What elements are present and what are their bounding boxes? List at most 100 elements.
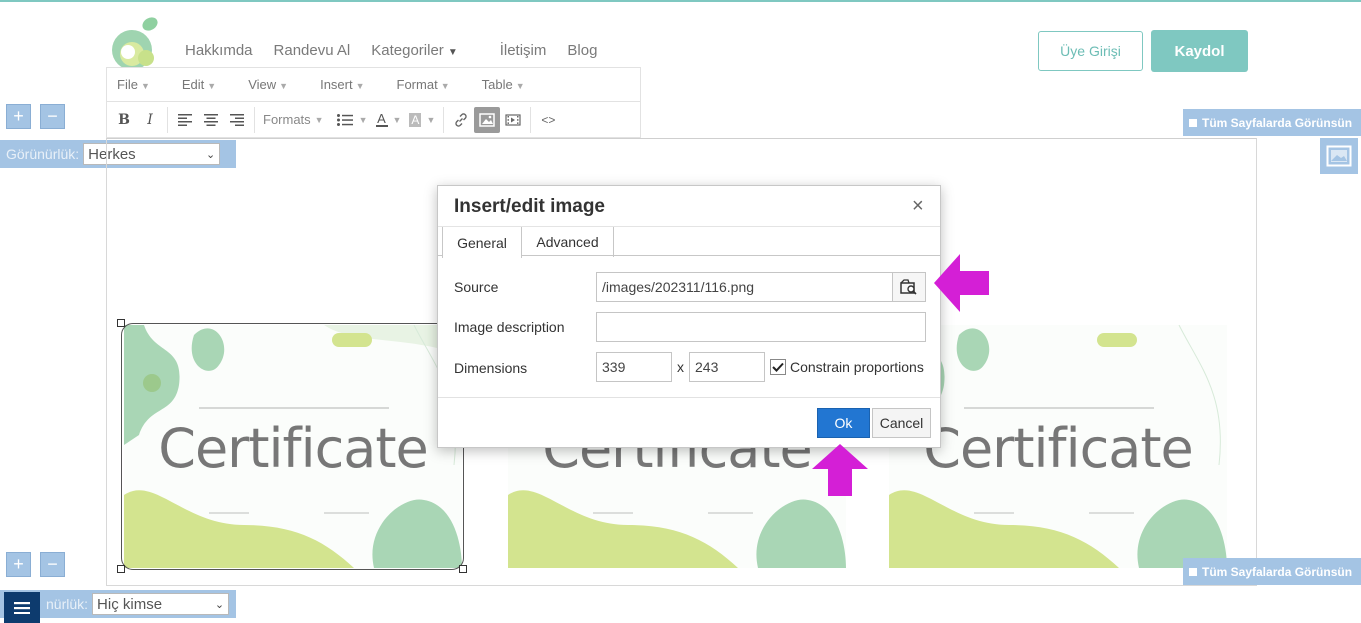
chevron-down-icon: ▼ bbox=[447, 47, 458, 58]
chevron-down-icon[interactable]: ▼ bbox=[359, 115, 368, 125]
chevron-down-icon[interactable]: ▼ bbox=[426, 115, 435, 125]
editor-menubar: File ▼ Edit ▼ View ▼ Insert ▼ Format ▼ Table ▼ bbox=[106, 67, 641, 101]
chevron-down-icon: ⌄ bbox=[214, 598, 225, 611]
cancel-button[interactable]: Cancel bbox=[872, 408, 931, 438]
chevron-down-icon: ▼ bbox=[515, 81, 525, 91]
chevron-down-icon: ▼ bbox=[314, 114, 324, 125]
nav-iletisim[interactable]: İletişim bbox=[500, 42, 547, 62]
chevron-down-icon: ▼ bbox=[279, 81, 289, 91]
font-color-glyph: A bbox=[377, 111, 386, 126]
menu-edit[interactable]: Edit ▼ bbox=[182, 77, 232, 92]
chevron-down-icon: ▼ bbox=[355, 81, 365, 91]
constrain-label: Constrain proportions bbox=[790, 359, 924, 375]
visibility-select-bottom[interactable]: Hiç kimse ⌄ bbox=[92, 593, 230, 615]
align-right-icon[interactable] bbox=[224, 107, 250, 133]
source-input[interactable]: /images/202311/116.png bbox=[596, 272, 893, 302]
menu-insert-label: Insert bbox=[320, 77, 353, 92]
site-logo[interactable] bbox=[104, 14, 162, 70]
link-icon[interactable] bbox=[448, 107, 474, 133]
nav-kategoriler[interactable]: Kategoriler ▼ bbox=[371, 42, 478, 62]
resize-handle-bl[interactable] bbox=[117, 565, 125, 573]
toolbar-divider bbox=[443, 106, 445, 133]
formats-dropdown[interactable]: Formats ▼ bbox=[263, 112, 328, 127]
toolbar-divider bbox=[167, 106, 168, 133]
menu-format[interactable]: Format ▼ bbox=[397, 77, 466, 92]
all-pages-toggle-bottom[interactable]: Tüm Sayfalarda Görünsün bbox=[1183, 558, 1361, 585]
insert-image-dialog: Insert/edit image × General Advanced Sou… bbox=[437, 185, 941, 448]
dialog-footer-divider bbox=[438, 397, 940, 398]
visibility-value: Hiç kimse bbox=[97, 595, 163, 613]
tab-general[interactable]: General bbox=[442, 227, 522, 258]
source-code-button[interactable]: <> bbox=[535, 107, 561, 133]
toolbar-divider bbox=[254, 106, 255, 133]
visibility-label: nürlük: bbox=[46, 596, 89, 612]
menu-file[interactable]: File ▼ bbox=[117, 77, 166, 92]
close-icon[interactable]: × bbox=[912, 195, 924, 218]
menu-format-label: Format bbox=[396, 77, 438, 92]
checkbox-icon bbox=[1189, 567, 1197, 576]
all-pages-label: Tüm Sayfalarda Görünsün bbox=[1202, 115, 1353, 130]
hamburger-icon[interactable] bbox=[4, 592, 40, 623]
align-left-icon[interactable] bbox=[172, 107, 198, 133]
font-color-button[interactable]: A bbox=[372, 107, 392, 133]
nav-kategoriler-label: Kategoriler bbox=[371, 42, 444, 59]
top-accent-line bbox=[0, 0, 1361, 2]
constrain-checkbox[interactable] bbox=[770, 359, 786, 375]
login-button[interactable]: Üye Girişi bbox=[1038, 31, 1143, 71]
align-center-icon[interactable] bbox=[198, 107, 224, 133]
resize-handle-br[interactable] bbox=[459, 565, 467, 573]
remove-row-button-bottom[interactable]: − bbox=[40, 552, 65, 577]
chevron-down-icon: ▼ bbox=[207, 81, 217, 91]
dimensions-label: Dimensions bbox=[454, 360, 528, 376]
background-color-glyph: A bbox=[409, 112, 422, 127]
bold-button[interactable]: B bbox=[111, 107, 137, 133]
image-selection-outline bbox=[121, 323, 464, 570]
bullet-list-icon[interactable] bbox=[332, 107, 358, 133]
chevron-down-icon[interactable]: ▼ bbox=[393, 115, 402, 125]
editor-toolbar: B I Formats ▼ ▼ A ▼ A ▼ <> bbox=[106, 101, 641, 138]
description-label: Image description bbox=[454, 319, 565, 335]
image-browse-icon[interactable] bbox=[892, 272, 926, 302]
background-color-button[interactable]: A bbox=[405, 107, 425, 133]
ok-button[interactable]: Ok bbox=[817, 408, 870, 438]
height-input[interactable]: 243 bbox=[689, 352, 765, 382]
annotation-arrow-up-icon bbox=[812, 444, 868, 496]
remove-row-button-top[interactable]: − bbox=[40, 104, 65, 129]
chevron-down-icon: ▼ bbox=[440, 81, 450, 91]
description-input[interactable] bbox=[596, 312, 926, 342]
chevron-down-icon: ▼ bbox=[140, 81, 150, 91]
menu-view[interactable]: View ▼ bbox=[248, 77, 304, 92]
add-row-button-top[interactable]: + bbox=[6, 104, 31, 129]
nav-hakkimda[interactable]: Hakkımda bbox=[185, 42, 253, 62]
menu-file-label: File bbox=[117, 77, 138, 92]
nav-randevu[interactable]: Randevu Al bbox=[274, 42, 351, 62]
resize-handle-tl[interactable] bbox=[117, 319, 125, 327]
dialog-title: Insert/edit image bbox=[454, 196, 605, 217]
checkbox-icon bbox=[1189, 118, 1197, 127]
width-input[interactable]: 339 bbox=[596, 352, 672, 382]
media-icon[interactable] bbox=[500, 107, 526, 133]
menu-view-label: View bbox=[248, 77, 277, 92]
image-icon[interactable] bbox=[474, 106, 501, 133]
nav-blog[interactable]: Blog bbox=[567, 42, 597, 62]
menu-edit-label: Edit bbox=[181, 77, 205, 92]
tab-advanced[interactable]: Advanced bbox=[522, 227, 614, 257]
italic-button[interactable]: I bbox=[137, 107, 163, 133]
all-pages-toggle-top[interactable]: Tüm Sayfalarda Görünsün bbox=[1183, 109, 1361, 136]
font-color-swatch bbox=[375, 125, 388, 127]
main-nav: Hakkımda Randevu Al Kategoriler ▼ İletişi… bbox=[185, 42, 618, 62]
menu-insert[interactable]: Insert ▼ bbox=[320, 77, 380, 92]
dialog-tabs: General Advanced bbox=[438, 226, 940, 258]
all-pages-label: Tüm Sayfalarda Görünsün bbox=[1202, 564, 1353, 579]
annotation-arrow-left-icon bbox=[934, 254, 989, 312]
menu-table[interactable]: Table ▼ bbox=[482, 77, 541, 92]
visibility-label: Görünürlük: bbox=[6, 146, 80, 162]
menu-table-label: Table bbox=[481, 77, 513, 92]
image-tool-button[interactable] bbox=[1320, 138, 1358, 174]
dimensions-separator: x bbox=[677, 359, 684, 375]
register-button[interactable]: Kaydol bbox=[1151, 30, 1248, 72]
toolbar-divider bbox=[530, 106, 532, 133]
source-label: Source bbox=[454, 279, 499, 295]
formats-label: Formats bbox=[263, 112, 311, 127]
add-row-button-bottom[interactable]: + bbox=[6, 552, 31, 577]
